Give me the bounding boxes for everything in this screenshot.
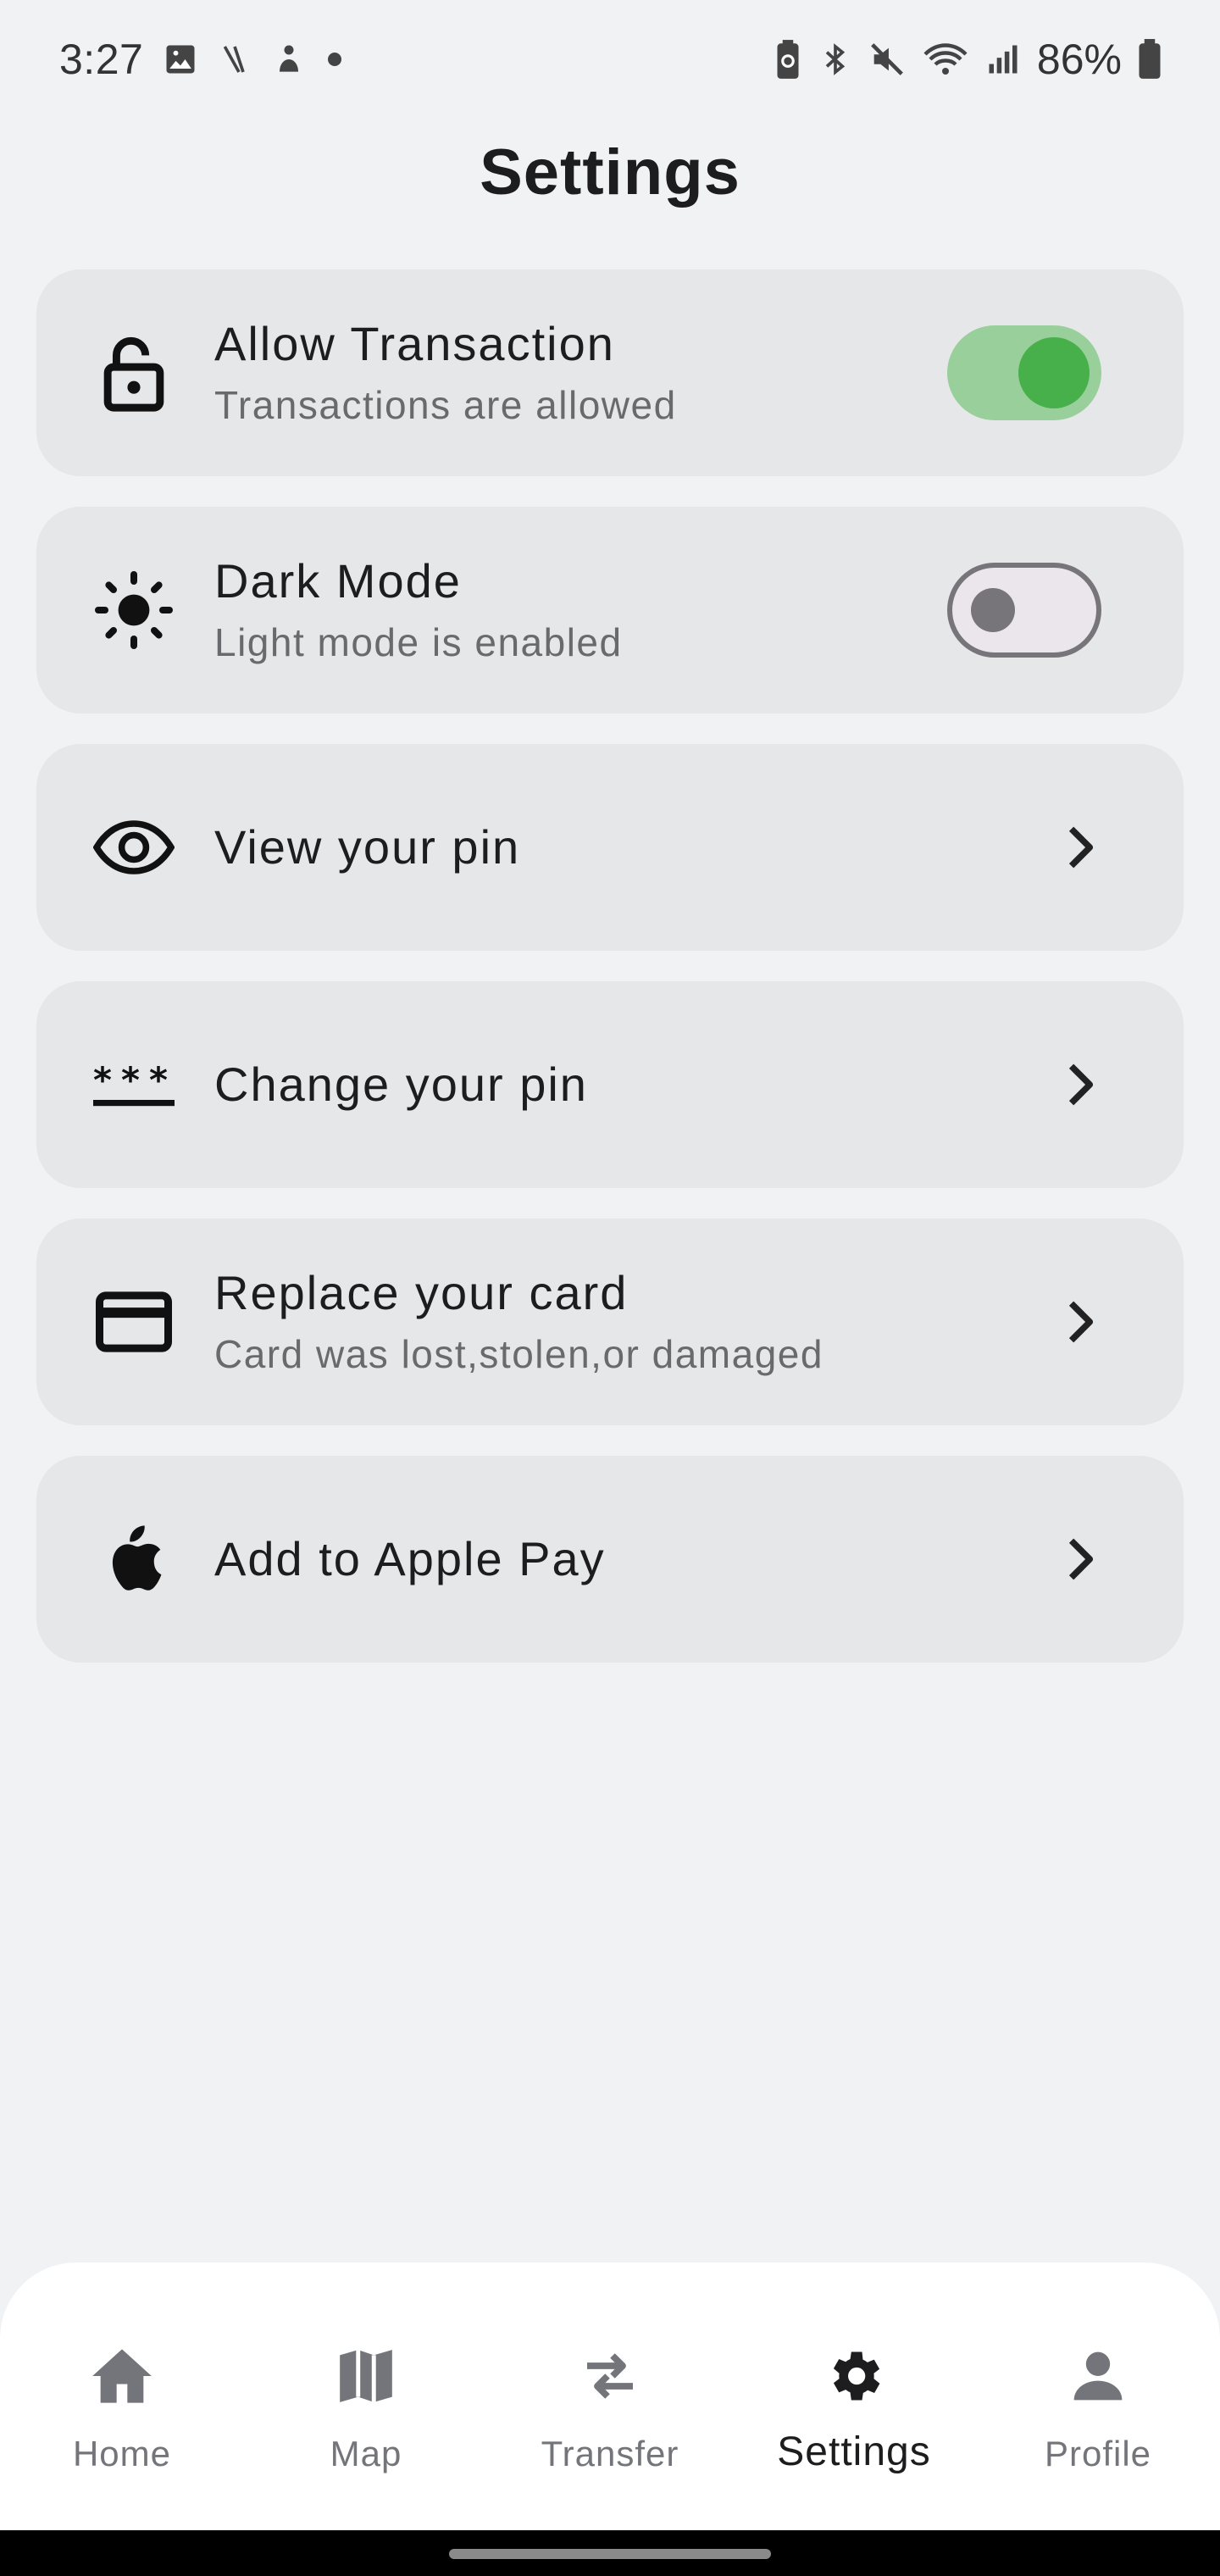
nav-transfer[interactable]: Transfer xyxy=(488,2262,732,2530)
wifi-icon xyxy=(922,38,969,80)
setting-title: View your pin xyxy=(214,820,521,874)
bottom-nav: Home Map Transfer Settings Profile xyxy=(0,2262,1220,2530)
image-icon xyxy=(162,41,199,78)
person-icon xyxy=(1062,2340,1134,2412)
status-left: 3:27 xyxy=(59,31,343,88)
setting-subtitle: Transactions are allowed xyxy=(214,382,677,427)
system-gesture-bar xyxy=(0,2530,1220,2576)
nav-home[interactable]: Home xyxy=(0,2262,244,2530)
setting-title: Dark Mode xyxy=(214,553,462,608)
chevron-right-icon xyxy=(1056,822,1107,873)
nav-settings[interactable]: Settings xyxy=(732,2262,976,2530)
nav-label: Home xyxy=(72,2434,172,2473)
setting-title: Add to Apple Pay xyxy=(214,1532,606,1585)
home-icon xyxy=(86,2340,158,2412)
dark-mode-toggle[interactable] xyxy=(947,563,1101,658)
setting-text: Allow Transaction Transactions are allow… xyxy=(214,314,677,431)
toggle-knob xyxy=(1018,337,1090,408)
setting-text: View your pin xyxy=(214,818,520,877)
setting-subtitle: Card was lost,stolen,or damaged xyxy=(214,1331,824,1376)
setting-subtitle: Light mode is enabled xyxy=(214,619,623,664)
nav-label: Transfer xyxy=(541,2434,679,2473)
nav-profile[interactable]: Profile xyxy=(976,2262,1220,2530)
person-icon xyxy=(270,41,308,78)
setting-change-pin[interactable]: * * * Change your pin xyxy=(36,981,1184,1188)
status-right: 86% xyxy=(773,31,1162,88)
chevron-right-icon xyxy=(1056,1296,1107,1347)
setting-text: Dark Mode Light mode is enabled xyxy=(214,552,623,669)
nav-map[interactable]: Map xyxy=(244,2262,488,2530)
setting-replace-card[interactable]: Replace your card Card was lost,stolen,o… xyxy=(36,1219,1184,1425)
allow-transaction-toggle[interactable] xyxy=(947,325,1101,420)
credit-card-icon xyxy=(87,1275,180,1368)
chevron-right-icon xyxy=(1056,1059,1107,1110)
battery-percent: 86% xyxy=(1036,36,1122,83)
eye-icon xyxy=(87,801,180,894)
bluetooth-icon xyxy=(818,38,852,80)
chevron-right-icon xyxy=(1056,1534,1107,1585)
svg-text:*: * xyxy=(121,1059,140,1101)
battery-icon xyxy=(1137,38,1162,80)
status-bar: 3:27 86% xyxy=(0,0,1220,119)
apple-icon xyxy=(87,1513,180,1606)
status-time: 3:27 xyxy=(59,36,144,83)
home-gesture-handle[interactable] xyxy=(449,2549,771,2559)
setting-text: Add to Apple Pay xyxy=(214,1530,606,1589)
nav-label: Settings xyxy=(777,2429,931,2474)
page-title: Settings xyxy=(480,136,740,208)
mute-icon xyxy=(868,40,907,79)
battery-saver-icon xyxy=(773,38,803,80)
setting-view-pin[interactable]: View your pin xyxy=(36,744,1184,951)
setting-allow-transaction[interactable]: Allow Transaction Transactions are allow… xyxy=(36,269,1184,476)
signal-icon xyxy=(984,40,1022,79)
nav-label: Map xyxy=(330,2434,402,2473)
lock-open-icon xyxy=(87,326,180,419)
setting-title: Allow Transaction xyxy=(214,316,615,370)
svg-text:*: * xyxy=(149,1059,168,1101)
app-root: 3:27 86% Settings Allow Transaction Tran… xyxy=(0,0,1220,2576)
setting-apple-pay[interactable]: Add to Apple Pay xyxy=(36,1456,1184,1663)
setting-text: Change your pin xyxy=(214,1055,588,1114)
dot-icon xyxy=(326,51,343,68)
password-icon: * * * xyxy=(87,1038,180,1131)
toggle-knob xyxy=(971,588,1015,632)
map-icon xyxy=(330,2340,402,2412)
slash-icon xyxy=(218,41,252,78)
setting-dark-mode[interactable]: Dark Mode Light mode is enabled xyxy=(36,507,1184,713)
setting-title: Change your pin xyxy=(214,1058,588,1111)
setting-title: Replace your card xyxy=(214,1265,629,1319)
gear-icon xyxy=(818,2340,890,2412)
transfer-icon xyxy=(574,2340,646,2412)
sun-icon xyxy=(87,564,180,657)
setting-text: Replace your card Card was lost,stolen,o… xyxy=(214,1263,824,1380)
nav-label: Profile xyxy=(1044,2434,1152,2473)
svg-text:*: * xyxy=(93,1059,112,1101)
